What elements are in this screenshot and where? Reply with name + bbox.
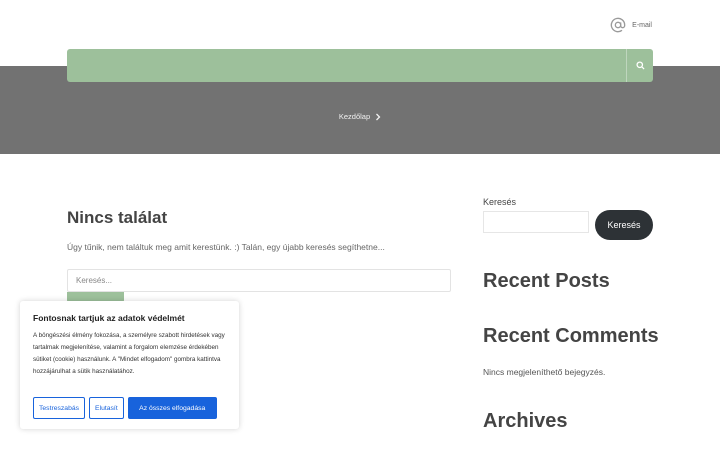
- breadcrumb-home-link[interactable]: Kezdőlap: [339, 112, 370, 121]
- nav-search-button[interactable]: [626, 49, 653, 82]
- search-icon: [635, 61, 645, 70]
- cookie-accept-all-button[interactable]: Az összes elfogadása: [127, 397, 217, 419]
- no-comments-text: Nincs megjeleníthető bejegyzés.: [483, 367, 606, 377]
- no-results-text: Úgy tűnik, nem találtuk meg amit kerestü…: [67, 242, 385, 252]
- sidebar-search-label: Keresés: [483, 197, 517, 207]
- recent-comments-heading: Recent Comments: [483, 325, 659, 347]
- email-link[interactable]: E-mail: [610, 17, 652, 33]
- search-input[interactable]: [67, 269, 451, 292]
- recent-posts-heading: Recent Posts: [483, 270, 610, 292]
- cookie-title: Fontosnak tartjuk az adatok védelmét: [33, 313, 185, 323]
- chevron-right-icon: [376, 113, 381, 120]
- page-title: Nincs találat: [67, 208, 168, 227]
- archives-heading: Archives: [483, 410, 568, 432]
- cookie-description: A böngészési élmény fokozása, a személyr…: [33, 332, 225, 375]
- at-sign-icon: [610, 17, 626, 33]
- sidebar-search-button[interactable]: Keresés: [595, 210, 653, 240]
- cookie-consent-banner: Fontosnak tartjuk az adatok védelmét A b…: [20, 301, 239, 429]
- sidebar-search-input[interactable]: [483, 211, 589, 233]
- cookie-customize-button[interactable]: Testreszabás: [33, 397, 86, 419]
- email-label: E-mail: [632, 21, 652, 29]
- main-navigation-bar: [67, 49, 653, 82]
- breadcrumb: Kezdőlap: [0, 112, 720, 121]
- cookie-buttons: Testreszabás Elutasít Az összes elfogadá…: [33, 397, 217, 419]
- cookie-reject-button[interactable]: Elutasít: [89, 397, 124, 419]
